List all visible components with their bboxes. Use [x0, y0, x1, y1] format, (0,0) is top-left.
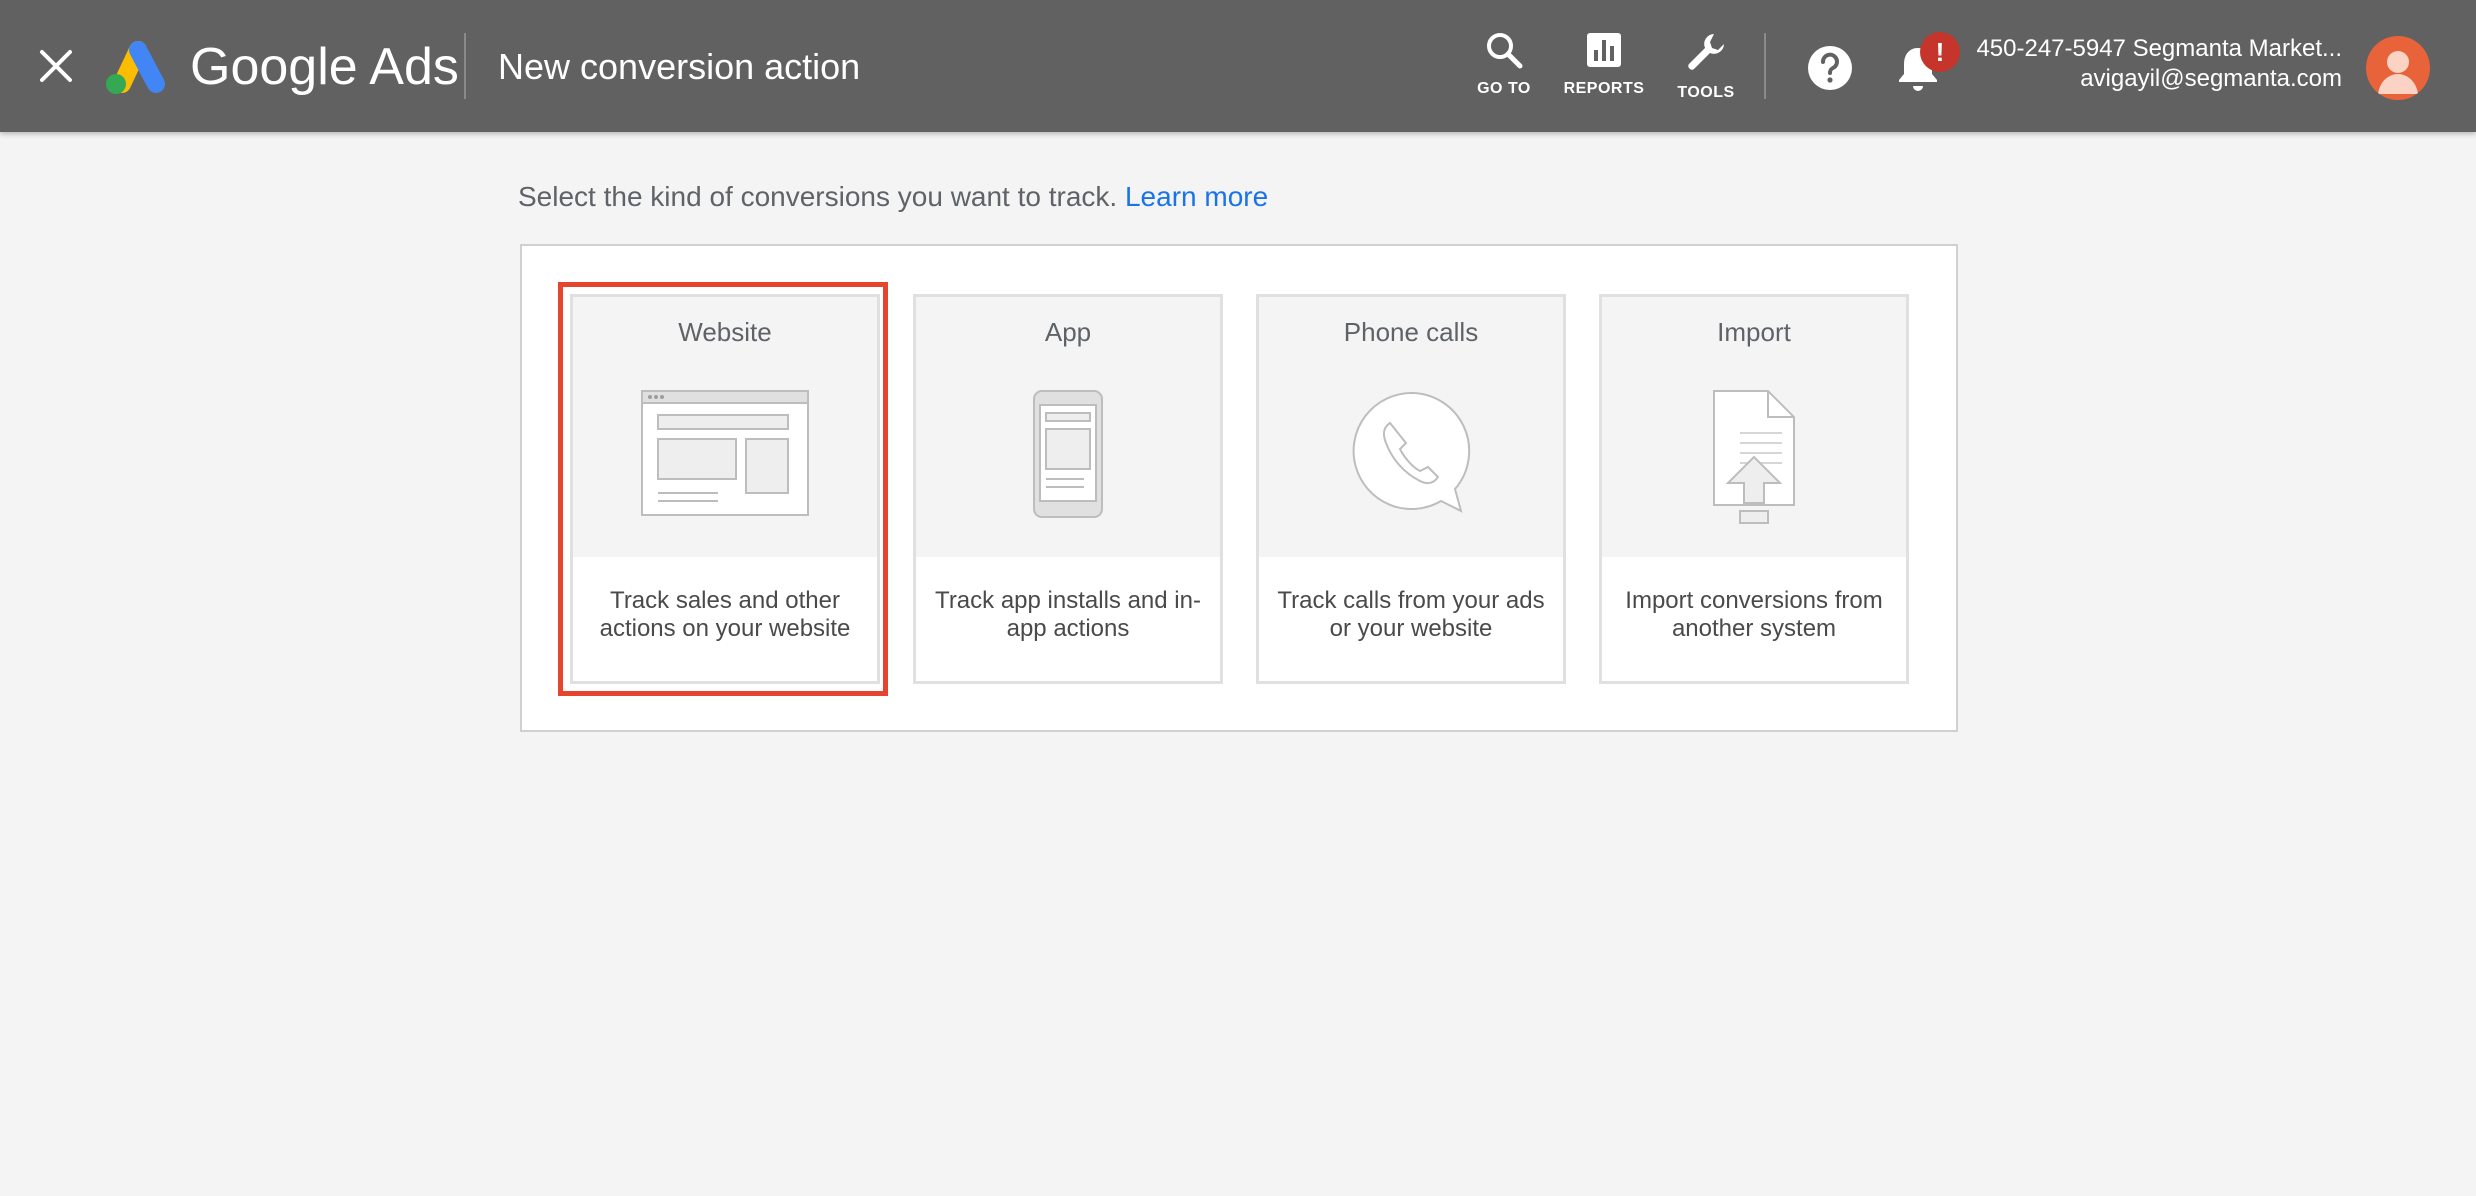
phone-app-icon	[916, 389, 1220, 529]
tools-button[interactable]: TOOLS	[1646, 30, 1766, 110]
card-website[interactable]: Website Track sales and other actions on…	[570, 294, 880, 684]
card-header: App	[916, 297, 1220, 557]
top-bar: Google Ads New conversion action GO TO R…	[0, 0, 2476, 132]
card-title: Phone calls	[1343, 317, 1479, 347]
card-description: Track app installs and in-app actions	[935, 587, 1201, 642]
website-icon	[573, 389, 877, 529]
account-name: 450-247-5947 Segmanta Market...	[1976, 35, 2342, 62]
avatar[interactable]	[2366, 36, 2430, 100]
help-icon[interactable]	[1806, 44, 1854, 92]
account-info[interactable]: 450-247-5947 Segmanta Market... avigayil…	[1976, 34, 2342, 94]
user-avatar-icon	[2378, 51, 2418, 94]
intro-text: Select the kind of conversions you want …	[518, 178, 1268, 216]
alert-badge[interactable]: !	[1920, 32, 1960, 72]
header-divider	[1764, 33, 1766, 99]
brand-name: Google Ads	[190, 38, 459, 96]
wrench-icon	[1688, 34, 1724, 70]
tools-label: TOOLS	[1677, 84, 1735, 101]
learn-more-link[interactable]: Learn more	[1125, 181, 1268, 212]
phone-call-icon	[1259, 389, 1563, 529]
close-icon[interactable]	[34, 44, 78, 88]
card-header: Phone calls	[1259, 297, 1563, 557]
card-description: Track sales and other actions on your we…	[599, 587, 851, 642]
card-description: Track calls from your ads or your websit…	[1277, 587, 1545, 642]
google-ads-logo-icon	[100, 36, 170, 98]
card-header: Import	[1602, 297, 1906, 557]
bar-chart-icon	[1587, 33, 1621, 67]
card-description: Import conversions from another system	[1625, 587, 1883, 642]
page-title: New conversion action	[498, 46, 861, 87]
intro-instruction: Select the kind of conversions you want …	[518, 181, 1118, 212]
header-divider	[464, 33, 466, 99]
card-title: Website	[678, 317, 772, 347]
import-icon	[1602, 389, 1906, 529]
card-app[interactable]: App Track app installs and in-app action…	[913, 294, 1223, 684]
card-title: Import	[1717, 317, 1791, 347]
card-header: Website	[573, 297, 877, 557]
card-title: App	[1044, 317, 1092, 347]
account-email: avigayil@segmanta.com	[2080, 65, 2342, 92]
card-phone-calls[interactable]: Phone calls Track calls from your ads or…	[1256, 294, 1566, 684]
card-import[interactable]: Import Import conversions from another s…	[1599, 294, 1909, 684]
search-icon	[1487, 33, 1523, 69]
